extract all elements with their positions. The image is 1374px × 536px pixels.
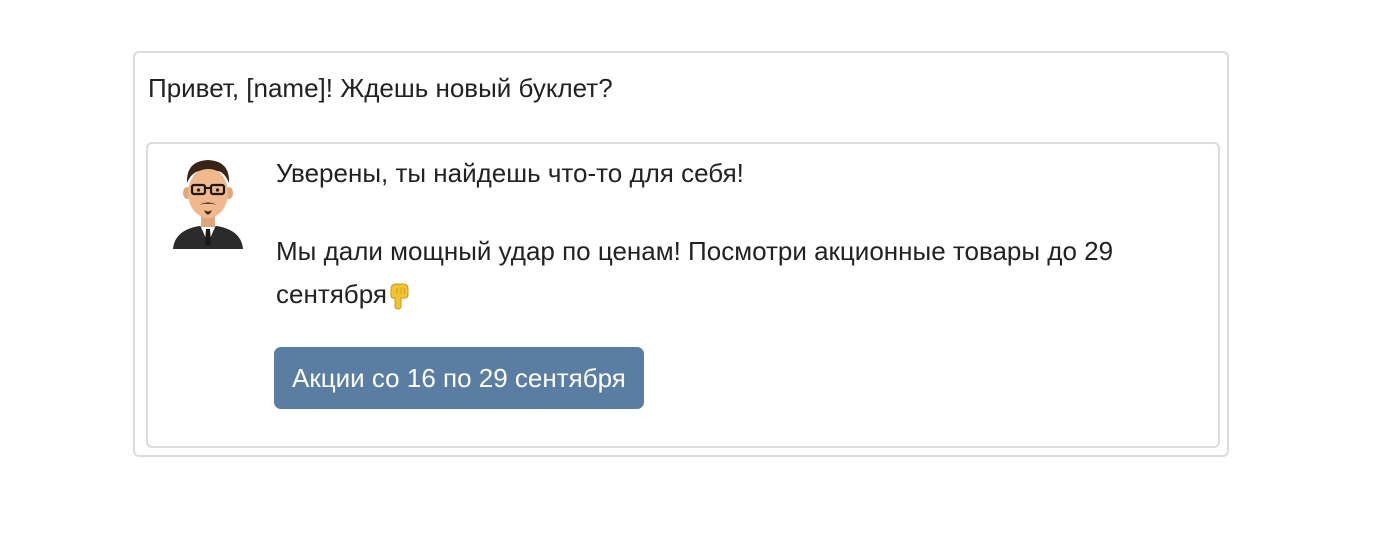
message-bubble: Уверены, ты найдешь что-то для себя! Мы … (146, 142, 1220, 448)
promo-button[interactable]: Акции со 16 по 29 сентября (274, 347, 644, 409)
avatar (173, 160, 243, 249)
message-card: Привет, [name]! Ждешь новый буклет? Увер… (133, 51, 1229, 457)
message-line-1: Уверены, ты найдешь что-то для себя! (276, 158, 744, 188)
pointing-down-hand-icon (390, 283, 409, 310)
message-line-2: Мы дали мощный удар по ценам! Посмотри а… (276, 230, 1196, 316)
greeting-text: Привет, [name]! Ждешь новый буклет? (148, 73, 613, 103)
